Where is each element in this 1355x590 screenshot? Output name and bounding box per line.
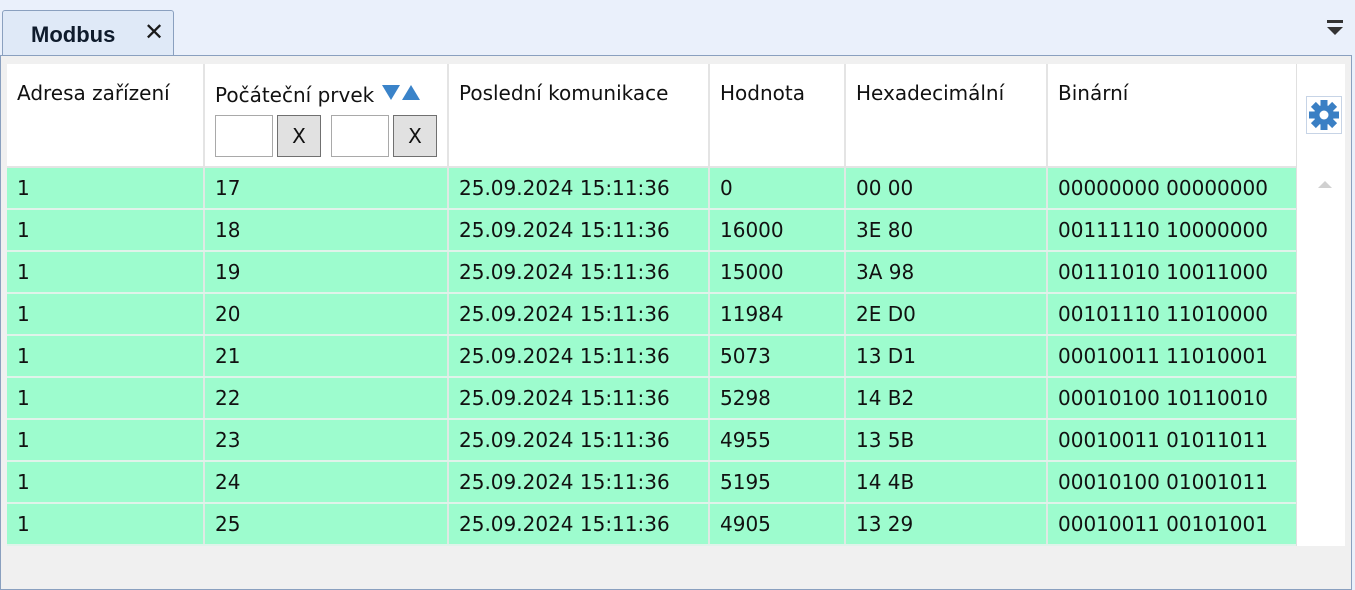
cell-last-communication: 25.09.2024 15:11:36 — [448, 167, 710, 210]
cell-binary: 00010100 10110010 — [1047, 377, 1298, 420]
cell-device-address: 1 — [7, 461, 205, 504]
cell-binary: 00010011 11010001 — [1047, 335, 1298, 378]
cell-last-communication: 25.09.2024 15:11:36 — [448, 335, 710, 378]
cell-binary: 00101110 11010000 — [1047, 293, 1298, 336]
cell-device-address: 1 — [7, 335, 205, 378]
tab-title: Modbus — [31, 22, 116, 47]
column-header-label: Hexadecimální — [856, 81, 1005, 105]
sort-ascending-icon[interactable] — [402, 85, 421, 100]
cell-start-element: 17 — [204, 167, 449, 210]
scroll-up-arrow[interactable] — [1318, 181, 1332, 188]
column-header-label: Poslední komunikace — [459, 81, 669, 105]
cell-hexadecimal: 2E D0 — [845, 293, 1048, 336]
column-header-binary[interactable]: Binární — [1047, 64, 1298, 168]
column-header-value[interactable]: Hodnota — [709, 64, 846, 168]
cell-binary: 00010011 00101001 — [1047, 503, 1298, 546]
column-header-label: Hodnota — [720, 81, 805, 105]
sort-descending-icon[interactable] — [382, 85, 401, 100]
filter-to-clear-button[interactable]: X — [393, 115, 437, 157]
cell-hexadecimal: 13 29 — [845, 503, 1048, 546]
column-header-start-element[interactable]: Počáteční prvek X X — [204, 64, 449, 168]
cell-device-address: 1 — [7, 167, 205, 210]
cell-hexadecimal: 3E 80 — [845, 209, 1048, 252]
cell-binary: 00111010 10011000 — [1047, 251, 1298, 294]
cell-last-communication: 25.09.2024 15:11:36 — [448, 209, 710, 252]
cell-binary: 00010100 01001011 — [1047, 461, 1298, 504]
data-grid: Adresa zařízení Počáteční prvek X X Posl… — [7, 64, 1309, 546]
table-row[interactable]: 1 18 25.09.2024 15:11:36 16000 3E 80 00111110… — [7, 209, 1298, 252]
cell-hexadecimal: 13 D1 — [845, 335, 1048, 378]
dropdown-menu-icon[interactable] — [1323, 18, 1347, 38]
close-icon[interactable]: ✕ — [141, 19, 167, 47]
cell-device-address: 1 — [7, 209, 205, 252]
cell-value: 5073 — [709, 335, 846, 378]
modbus-window: Modbus ✕ Adresa zařízení Počáteční prvek… — [0, 0, 1355, 590]
tab-strip: Modbus ✕ — [0, 0, 1355, 56]
table-row[interactable]: 1 20 25.09.2024 15:11:36 11984 2E D0 00101110… — [7, 293, 1298, 336]
settings-button[interactable] — [1306, 96, 1342, 134]
sort-arrows[interactable] — [382, 81, 421, 105]
cell-hexadecimal: 14 B2 — [845, 377, 1048, 420]
table-row[interactable]: 1 19 25.09.2024 15:11:36 15000 3A 98 00111010… — [7, 251, 1298, 294]
table-row[interactable]: 1 23 25.09.2024 15:11:36 4955 13 5B 00010011 … — [7, 419, 1298, 462]
cell-value: 5195 — [709, 461, 846, 504]
cell-last-communication: 25.09.2024 15:11:36 — [448, 461, 710, 504]
cell-start-element: 21 — [204, 335, 449, 378]
range-filter: X X — [215, 115, 446, 157]
cell-start-element: 18 — [204, 209, 449, 252]
column-header-label: Adresa zařízení — [17, 81, 170, 105]
cell-last-communication: 25.09.2024 15:11:36 — [448, 377, 710, 420]
cell-device-address: 1 — [7, 251, 205, 294]
gear-icon — [1309, 100, 1339, 130]
cell-hexadecimal: 13 5B — [845, 419, 1048, 462]
cell-binary: 00000000 00000000 — [1047, 167, 1298, 210]
header-row: Adresa zařízení Počáteční prvek X X Posl… — [7, 64, 1298, 168]
table-row[interactable]: 1 17 25.09.2024 15:11:36 0 00 00 00000000 000… — [7, 167, 1298, 210]
cell-start-element: 23 — [204, 419, 449, 462]
table-row[interactable]: 1 22 25.09.2024 15:11:36 5298 14 B2 00010100 … — [7, 377, 1298, 420]
cell-start-element: 25 — [204, 503, 449, 546]
cell-hexadecimal: 14 4B — [845, 461, 1048, 504]
cell-last-communication: 25.09.2024 15:11:36 — [448, 419, 710, 462]
cell-hexadecimal: 3A 98 — [845, 251, 1048, 294]
filter-from-input[interactable] — [215, 115, 273, 157]
tab-modbus[interactable]: Modbus ✕ — [2, 10, 174, 56]
table-row[interactable]: 1 24 25.09.2024 15:11:36 5195 14 4B 00010100 … — [7, 461, 1298, 504]
cell-start-element: 19 — [204, 251, 449, 294]
cell-value: 15000 — [709, 251, 846, 294]
cell-last-communication: 25.09.2024 15:11:36 — [448, 251, 710, 294]
column-header-device-address[interactable]: Adresa zařízení — [7, 64, 205, 168]
cell-value: 4905 — [709, 503, 846, 546]
cell-value: 4955 — [709, 419, 846, 462]
grid-side-area — [1296, 64, 1345, 546]
cell-device-address: 1 — [7, 419, 205, 462]
cell-value: 16000 — [709, 209, 846, 252]
content-panel: Adresa zařízení Počáteční prvek X X Posl… — [0, 55, 1352, 590]
cell-value: 5298 — [709, 377, 846, 420]
table-row[interactable]: 1 21 25.09.2024 15:11:36 5073 13 D1 00010011 … — [7, 335, 1298, 378]
cell-binary: 00111110 10000000 — [1047, 209, 1298, 252]
cell-start-element: 20 — [204, 293, 449, 336]
table-body: 1 17 25.09.2024 15:11:36 0 00 00 00000000 000… — [7, 167, 1298, 546]
cell-last-communication: 25.09.2024 15:11:36 — [448, 293, 710, 336]
cell-last-communication: 25.09.2024 15:11:36 — [448, 503, 710, 546]
column-header-label: Počáteční prvek — [215, 83, 375, 107]
cell-hexadecimal: 00 00 — [845, 167, 1048, 210]
column-header-last-communication[interactable]: Poslední komunikace — [448, 64, 710, 168]
column-header-hexadecimal[interactable]: Hexadecimální — [845, 64, 1048, 168]
column-header-label: Binární — [1058, 81, 1129, 105]
cell-start-element: 22 — [204, 377, 449, 420]
cell-device-address: 1 — [7, 377, 205, 420]
registers-table: Adresa zařízení Počáteční prvek X X Posl… — [7, 64, 1298, 546]
cell-value: 11984 — [709, 293, 846, 336]
filter-from-clear-button[interactable]: X — [277, 115, 321, 157]
cell-device-address: 1 — [7, 503, 205, 546]
filter-to-input[interactable] — [331, 115, 389, 157]
table-row[interactable]: 1 25 25.09.2024 15:11:36 4905 13 29 00010011 … — [7, 503, 1298, 546]
cell-start-element: 24 — [204, 461, 449, 504]
cell-binary: 00010011 01011011 — [1047, 419, 1298, 462]
cell-device-address: 1 — [7, 293, 205, 336]
cell-value: 0 — [709, 167, 846, 210]
